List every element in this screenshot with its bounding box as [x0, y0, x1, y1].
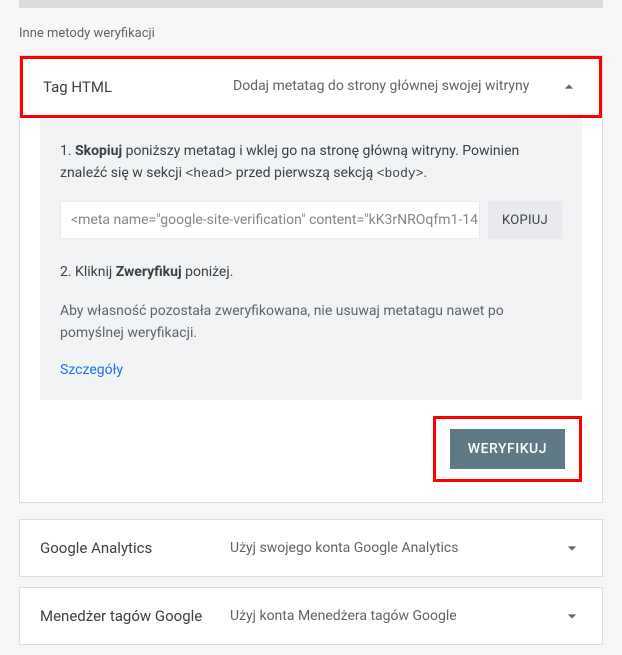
meta-tag-input[interactable]: <meta name="google-site-verification" co… [60, 201, 480, 239]
accordion-description: Dodaj metatag do strony głównej swojej w… [233, 77, 539, 97]
persistence-note: Aby własność pozostała zweryfikowana, ni… [60, 300, 562, 345]
accordion-google-analytics: Google Analytics Użyj swojego konta Goog… [19, 519, 603, 577]
accordion-description: Użyj konta Menedżera tagów Google [230, 607, 542, 627]
chevron-down-icon [562, 606, 582, 626]
step-2-text: 2. Kliknij Zweryfikuj poniżej. [60, 261, 562, 283]
accordion-header-tag-html[interactable]: Tag HTML Dodaj metatag do strony głównej… [20, 56, 602, 118]
verify-highlight-box: WERYFIKUJ [433, 416, 582, 482]
meta-tag-row: <meta name="google-site-verification" co… [60, 201, 562, 239]
accordion-title: Google Analytics [40, 539, 210, 557]
chevron-up-icon [559, 77, 579, 97]
details-link[interactable]: Szczegóły [60, 362, 123, 378]
section-label: Inne metody weryfikacji [19, 26, 621, 41]
accordion-header-ga[interactable]: Google Analytics Użyj swojego konta Goog… [20, 520, 602, 576]
accordion-header-gtm[interactable]: Menedżer tagów Google Użyj konta Menedże… [20, 588, 602, 644]
accordion-title: Menedżer tagów Google [40, 607, 210, 625]
copy-button[interactable]: KOPIUJ [488, 201, 562, 239]
accordion-gtm: Menedżer tagów Google Użyj konta Menedże… [19, 587, 603, 645]
accordion-description: Użyj swojego konta Google Analytics [230, 539, 542, 559]
accordion-panel-tag-html: 1. Skopiuj poniższy metatag i wklej go n… [40, 118, 582, 400]
verify-button-wrap: WERYFIKUJ [40, 416, 582, 482]
chevron-down-icon [562, 538, 582, 558]
accordion-tag-html: Tag HTML Dodaj metatag do strony głównej… [19, 55, 603, 503]
accordion-title: Tag HTML [43, 78, 213, 96]
step-1-text: 1. Skopiuj poniższy metatag i wklej go n… [60, 140, 562, 185]
top-divider [19, 0, 603, 8]
verify-button[interactable]: WERYFIKUJ [450, 429, 565, 469]
